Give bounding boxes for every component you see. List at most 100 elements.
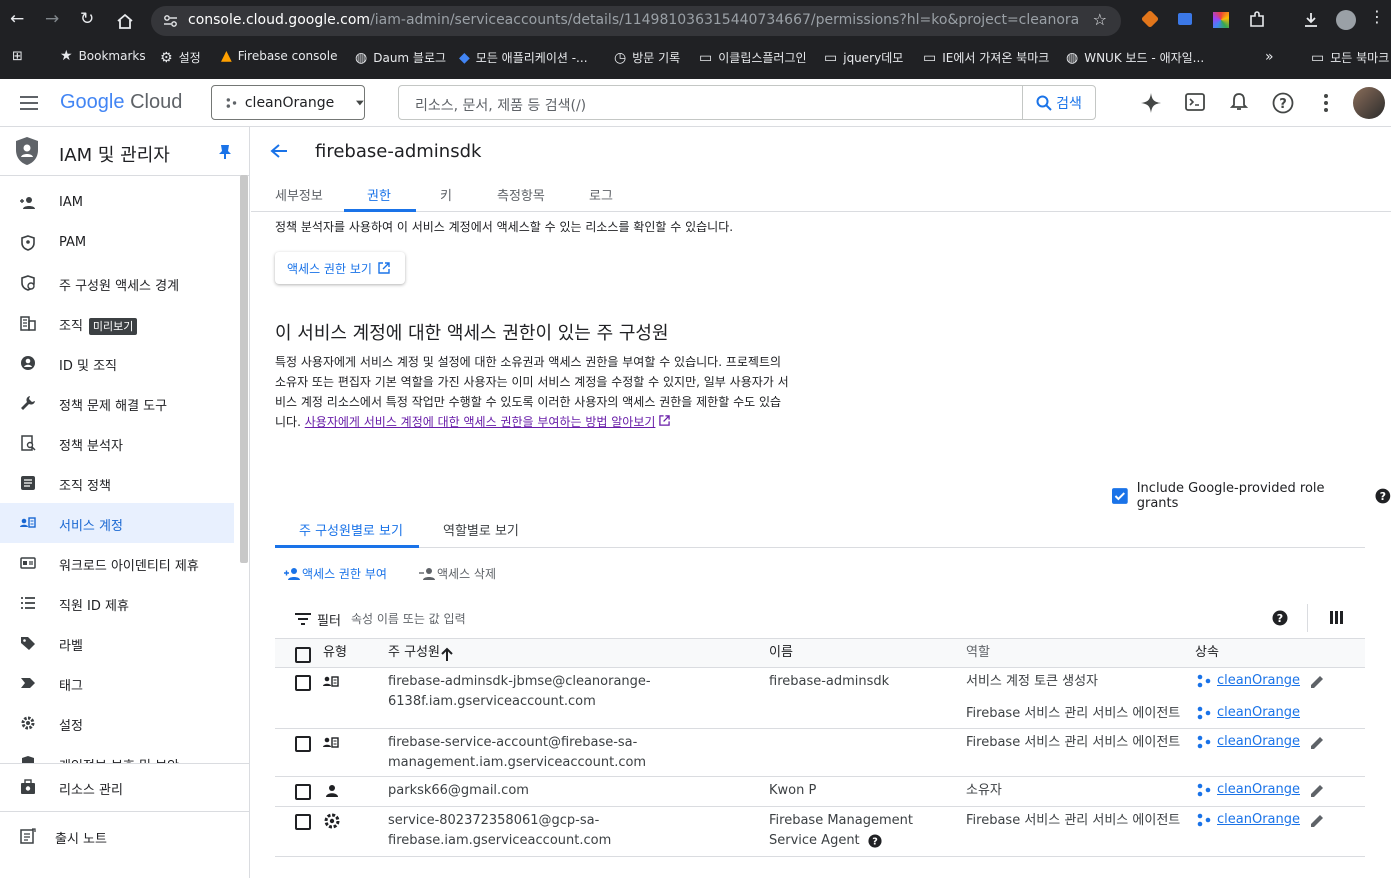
column-header-role[interactable]: 역할: [966, 643, 990, 663]
view-access-button[interactable]: 액세스 권한 보기: [275, 252, 405, 284]
sidebar-item-iam[interactable]: IAM: [0, 183, 234, 223]
sidebar-item-tags[interactable]: 태그: [0, 663, 234, 703]
download-icon[interactable]: [1302, 11, 1320, 29]
sidebar-item-resource-manager[interactable]: 리소스 관리: [0, 767, 249, 807]
hamburger-menu-icon[interactable]: [19, 95, 39, 111]
tab-metrics[interactable]: 측정항목: [497, 185, 545, 204]
more-vert-icon[interactable]: ⋮: [1369, 9, 1385, 25]
help-icon[interactable]: ?: [1272, 610, 1288, 626]
row-checkbox[interactable]: [295, 675, 311, 691]
edit-pencil-icon[interactable]: [1309, 783, 1325, 799]
tab-permissions[interactable]: 권한: [367, 185, 391, 204]
help-icon[interactable]: ?: [1272, 92, 1294, 114]
table-row[interactable]: firebase-adminsdk-jbmse@cleanorange- 6138…: [275, 668, 1365, 729]
filter-icon[interactable]: [295, 613, 311, 625]
sidebar-item-principal-access-boundary[interactable]: 주 구성원 액세스 경계: [0, 263, 234, 303]
extension-icon[interactable]: [1178, 13, 1192, 25]
extensions-puzzle-icon[interactable]: [1248, 11, 1266, 29]
metamask-extension-icon[interactable]: [1140, 9, 1160, 29]
column-header-inheritance[interactable]: 상속: [1195, 643, 1219, 663]
edit-pencil-icon[interactable]: [1309, 674, 1325, 690]
edit-pencil-icon[interactable]: [1309, 813, 1325, 829]
tab-keys[interactable]: 키: [440, 185, 452, 204]
bookmark-item[interactable]: ◍ Daum 블로그: [355, 49, 446, 66]
table-row[interactable]: service-802372358061@gcp-sa-firebase.iam…: [275, 807, 1365, 857]
learn-more-link[interactable]: 사용자에게 서비스 계정에 대한 액세스 권한을 부여하는 방법 알아보기: [305, 415, 656, 429]
search-input[interactable]: 리소스, 문서, 제품 등 검색(/): [415, 95, 586, 115]
bookmark-item[interactable]: ▲ Firebase console: [221, 49, 337, 63]
bookmark-item[interactable]: ◍ WNUK 보드 - 애자일...: [1066, 49, 1204, 66]
grant-access-button[interactable]: 액세스 권한 부여: [284, 565, 387, 582]
table-row[interactable]: firebase-service-account@firebase-sa-man…: [275, 729, 1365, 777]
user-avatar[interactable]: [1353, 87, 1385, 119]
sidebar-item-settings[interactable]: 설정: [0, 703, 234, 743]
tab-by-principal[interactable]: 주 구성원별로 보기: [299, 520, 403, 539]
reload-icon[interactable]: ↻: [80, 11, 94, 28]
sidebar-item-workload-identity[interactable]: 워크로드 아이덴티티 제휴: [0, 543, 234, 583]
google-cloud-logo[interactable]: Google Cloud: [60, 91, 182, 114]
tab-details[interactable]: 세부정보: [275, 185, 323, 204]
bookmark-item[interactable]: ◆ 모든 애플리케이션 -...: [459, 49, 588, 66]
color-picker-extension-icon[interactable]: [1213, 12, 1229, 28]
bookmark-folder[interactable]: ▭ 이클립스플러그인: [699, 49, 807, 66]
star-icon[interactable]: ☆: [1093, 12, 1107, 28]
help-icon[interactable]: ?: [1375, 488, 1391, 504]
sidebar-item-release-notes[interactable]: 출시 노트: [0, 816, 249, 856]
back-icon[interactable]: ←: [10, 11, 24, 28]
bookmark-folder[interactable]: ▭ 모든 북마크: [1311, 49, 1389, 66]
more-vert-icon[interactable]: [1322, 93, 1330, 113]
apps-grid-icon[interactable]: ⊞: [12, 50, 23, 64]
sidebar-scrollbar[interactable]: [240, 175, 248, 563]
tab-logs[interactable]: 로그: [589, 185, 613, 204]
bookmark-folder[interactable]: ▭ IE에서 가져온 북마크: [923, 49, 1049, 66]
inheritance-link[interactable]: cleanOrange: [1197, 782, 1300, 797]
tab-by-role[interactable]: 역할별로 보기: [443, 520, 519, 539]
search-box[interactable]: 리소스, 문서, 제품 등 검색(/) 검색: [398, 85, 1096, 120]
sidebar-item-privacy-security[interactable]: 개인정보 보호 및 보안: [0, 743, 234, 763]
row-checkbox[interactable]: [295, 736, 311, 752]
sort-ascending-icon[interactable]: [441, 647, 453, 661]
remove-access-button[interactable]: 액세스 삭제: [419, 565, 496, 582]
filter-input[interactable]: 속성 이름 또는 값 입력: [351, 610, 466, 627]
gemini-sparkle-icon[interactable]: [1140, 92, 1162, 114]
sidebar-item-policy-analyzer[interactable]: 정책 분석자: [0, 423, 234, 463]
include-grants-checkbox[interactable]: [1112, 488, 1128, 504]
edit-pencil-icon[interactable]: [1309, 735, 1325, 751]
back-arrow-icon[interactable]: [270, 143, 288, 159]
home-icon[interactable]: [116, 13, 134, 29]
bookmark-item[interactable]: ⚙ 설정: [160, 49, 201, 66]
pin-icon[interactable]: [219, 144, 231, 160]
row-checkbox[interactable]: [295, 814, 311, 830]
sidebar-item-pam[interactable]: PAM: [0, 223, 234, 263]
sidebar-item-policy-troubleshooter[interactable]: 정책 문제 해결 도구: [0, 383, 234, 423]
notifications-bell-icon[interactable]: [1230, 92, 1248, 112]
profile-avatar[interactable]: [1336, 10, 1356, 30]
search-button[interactable]: 검색: [1022, 86, 1095, 119]
cloud-shell-icon[interactable]: [1185, 93, 1205, 111]
inheritance-link[interactable]: cleanOrange: [1197, 734, 1300, 749]
column-header-name[interactable]: 이름: [769, 643, 793, 663]
sidebar-item-organization[interactable]: 조직 미리보기: [0, 303, 234, 343]
table-row[interactable]: parksk66@gmail.com Kwon P 소유자 cleanOrang…: [275, 777, 1365, 807]
inheritance-link[interactable]: cleanOrange: [1197, 812, 1300, 827]
bookmark-item[interactable]: ★ Bookmarks: [60, 49, 146, 63]
address-bar[interactable]: console.cloud.google.com/iam-admin/servi…: [151, 6, 1121, 36]
sidebar-item-workforce-identity[interactable]: 직원 ID 제휴: [0, 583, 234, 623]
bookmark-item[interactable]: ◷ 방문 기록: [614, 49, 680, 66]
column-header-type[interactable]: 유형: [323, 643, 347, 663]
chevron-double-right-icon[interactable]: »: [1265, 50, 1274, 64]
forward-icon[interactable]: →: [45, 11, 59, 28]
inheritance-link[interactable]: cleanOrange: [1197, 673, 1300, 688]
project-selector[interactable]: cleanOrange: [211, 85, 365, 120]
sidebar-item-identity-org[interactable]: ID 및 조직: [0, 343, 234, 383]
sidebar-item-labels[interactable]: 라벨: [0, 623, 234, 663]
bookmark-folder[interactable]: ▭ jquery데모: [824, 49, 903, 66]
column-display-icon[interactable]: [1330, 611, 1343, 624]
sidebar-item-service-accounts[interactable]: 서비스 계정: [0, 503, 234, 543]
select-all-checkbox[interactable]: [295, 647, 311, 663]
row-checkbox[interactable]: [295, 784, 311, 800]
site-info-icon[interactable]: [163, 14, 178, 28]
inheritance-link[interactable]: cleanOrange: [1197, 705, 1300, 720]
column-header-principal[interactable]: 주 구성원: [388, 643, 440, 663]
sidebar-item-org-policy[interactable]: 조직 정책: [0, 463, 234, 503]
